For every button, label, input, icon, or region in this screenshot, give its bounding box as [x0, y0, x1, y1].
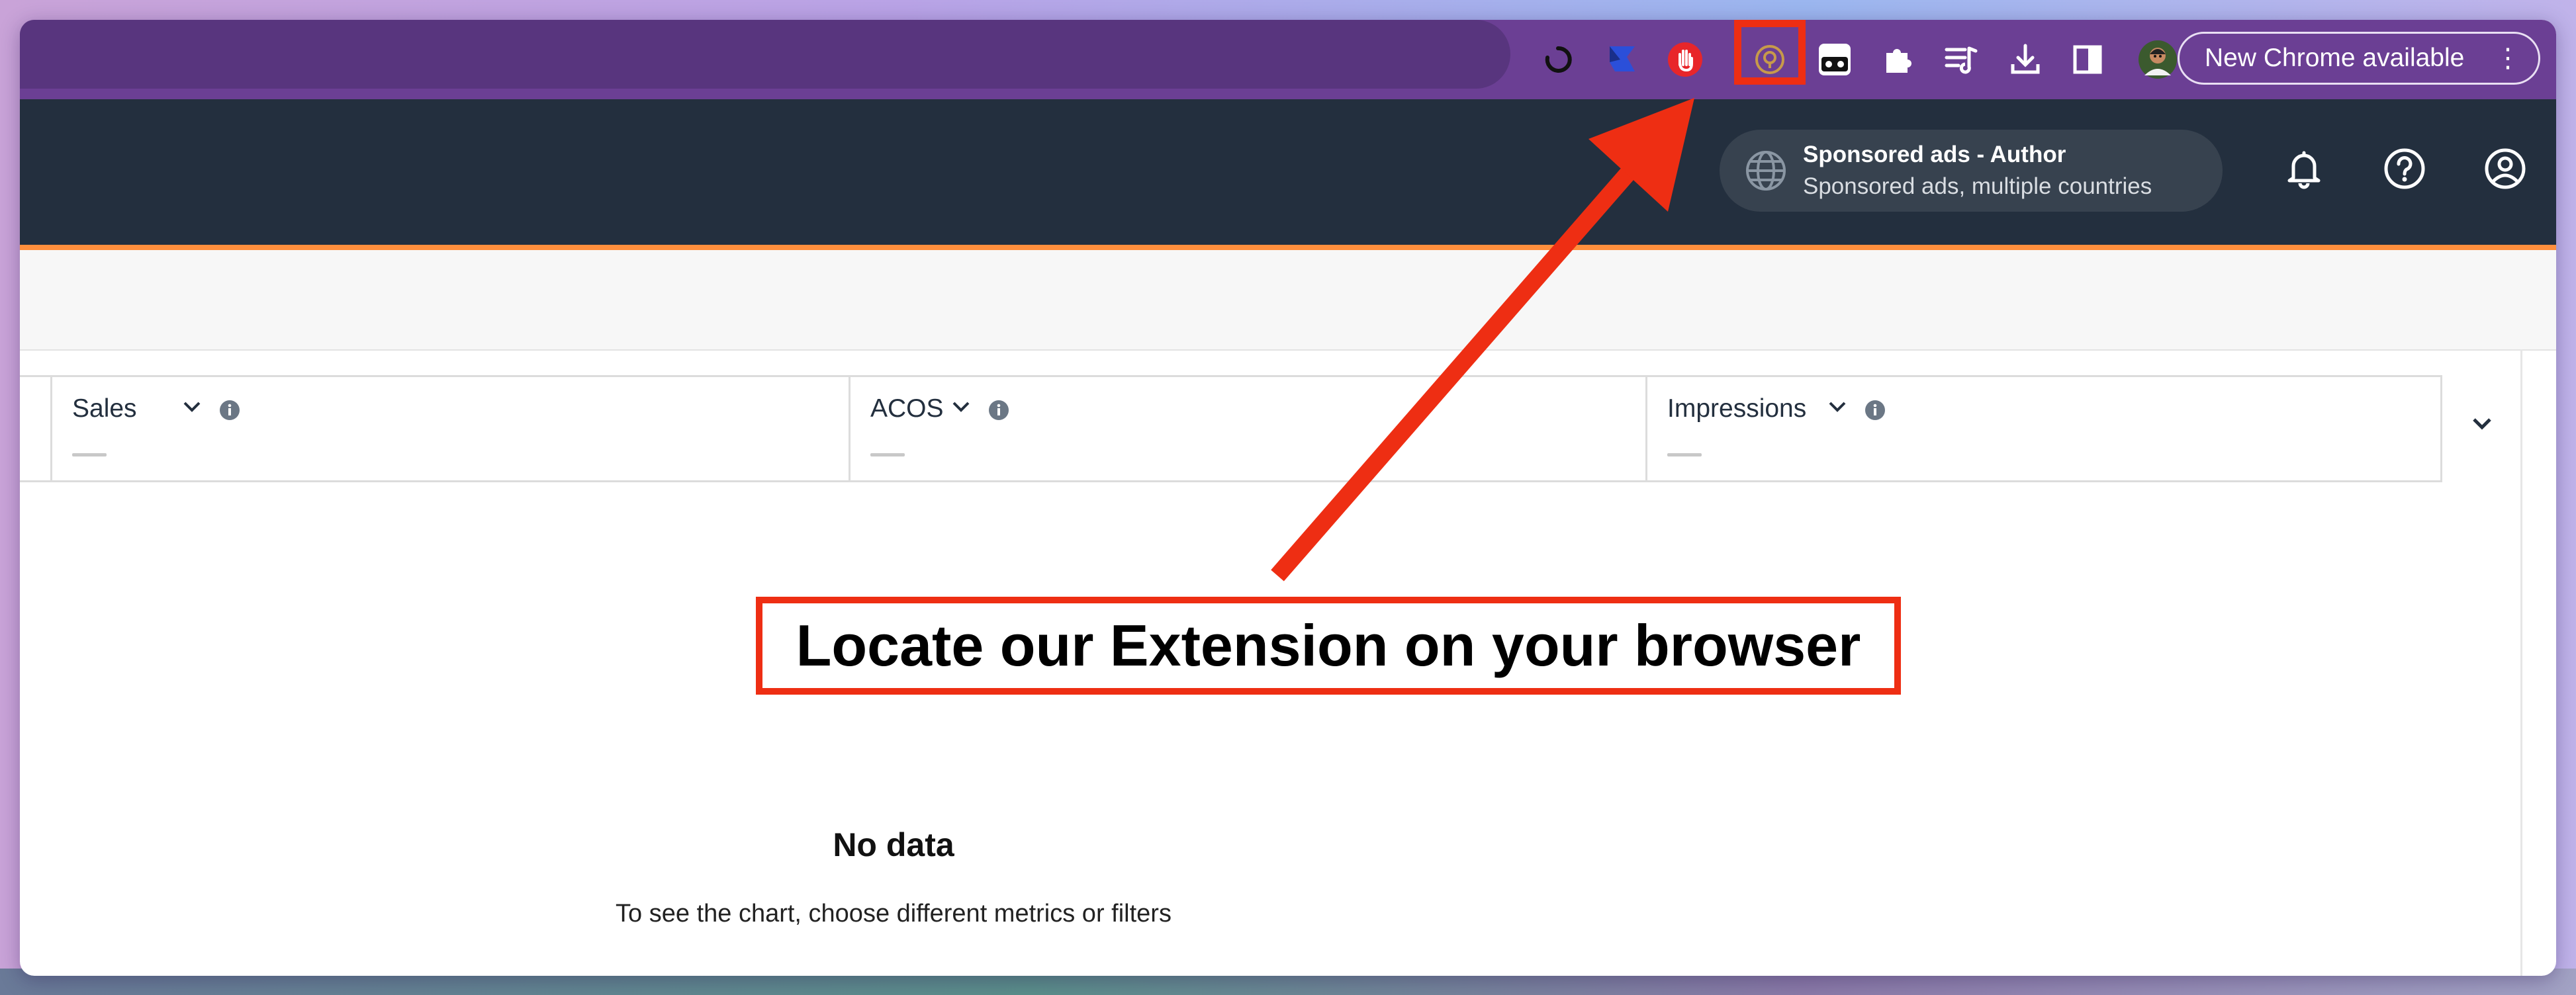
- account-switcher[interactable]: Sponsored ads - Author Sponsored ads, mu…: [1720, 130, 2223, 212]
- chevron-down-icon[interactable]: [950, 396, 972, 421]
- info-icon[interactable]: [219, 400, 240, 424]
- new-chrome-available-label: New Chrome available: [2205, 44, 2465, 72]
- account-title: Sponsored ads - Author: [1803, 142, 2066, 167]
- metric-value-placeholder: [870, 453, 905, 456]
- help-icon[interactable]: [2375, 139, 2434, 198]
- extension-bar: [20, 33, 2556, 86]
- chevron-down-icon[interactable]: [1826, 396, 1849, 421]
- kebab-menu-icon[interactable]: ⋮: [2495, 43, 2521, 73]
- glasses-extension-icon[interactable]: [1814, 38, 1856, 81]
- side-panel-icon[interactable]: [2066, 38, 2109, 81]
- empty-state-title: No data: [833, 826, 954, 863]
- metric-value-placeholder: [1667, 453, 1702, 456]
- bell-icon[interactable]: [2274, 139, 2334, 198]
- panel-divider: [2520, 349, 2522, 976]
- filter-bar: [20, 250, 2556, 351]
- empty-state-message: To see the chart, choose different metri…: [616, 900, 1172, 928]
- chevron-down-icon[interactable]: [181, 396, 203, 421]
- annotation-text: Locate our Extension on your browser: [796, 613, 1861, 678]
- metric-acos[interactable]: ACOS: [849, 377, 1645, 480]
- annotation-callout: Locate our Extension on your browser: [756, 597, 1901, 695]
- extension-highlight-box: [1734, 20, 1806, 85]
- metric-label: ACOS: [870, 394, 944, 423]
- browser-window: New Chrome available ⋮ Sponsored ads - A…: [20, 20, 2556, 976]
- app-header: Sponsored ads - Author Sponsored ads, mu…: [20, 99, 2556, 250]
- metric-value-placeholder: [72, 453, 107, 456]
- flag-extension-icon[interactable]: [1600, 38, 1643, 81]
- metrics-row: Sales ACOS Impressions: [20, 375, 2442, 482]
- info-icon[interactable]: [988, 400, 1009, 424]
- metric-impressions[interactable]: Impressions: [1645, 377, 2442, 480]
- globe-icon: [1743, 148, 1788, 196]
- profile-avatar-icon[interactable]: [2137, 38, 2179, 81]
- hand-stop-extension-icon[interactable]: [1664, 38, 1706, 81]
- new-chrome-available-button[interactable]: New Chrome available ⋮: [2178, 32, 2540, 85]
- account-icon[interactable]: [2475, 139, 2535, 198]
- expand-metrics-chevron-icon[interactable]: [2469, 410, 2508, 450]
- account-subtitle: Sponsored ads, multiple countries: [1803, 173, 2152, 199]
- metric-sales[interactable]: Sales: [50, 377, 849, 480]
- browser-toolbar: New Chrome available ⋮: [20, 20, 2556, 99]
- puzzle-piece-icon[interactable]: [1877, 38, 1919, 81]
- reading-list-icon[interactable]: [1939, 38, 1982, 81]
- metric-label: Impressions: [1667, 394, 1807, 423]
- sync-icon[interactable]: [1537, 38, 1579, 81]
- info-icon[interactable]: [1864, 400, 1886, 424]
- metric-label: Sales: [72, 394, 137, 423]
- download-icon[interactable]: [2004, 38, 2047, 81]
